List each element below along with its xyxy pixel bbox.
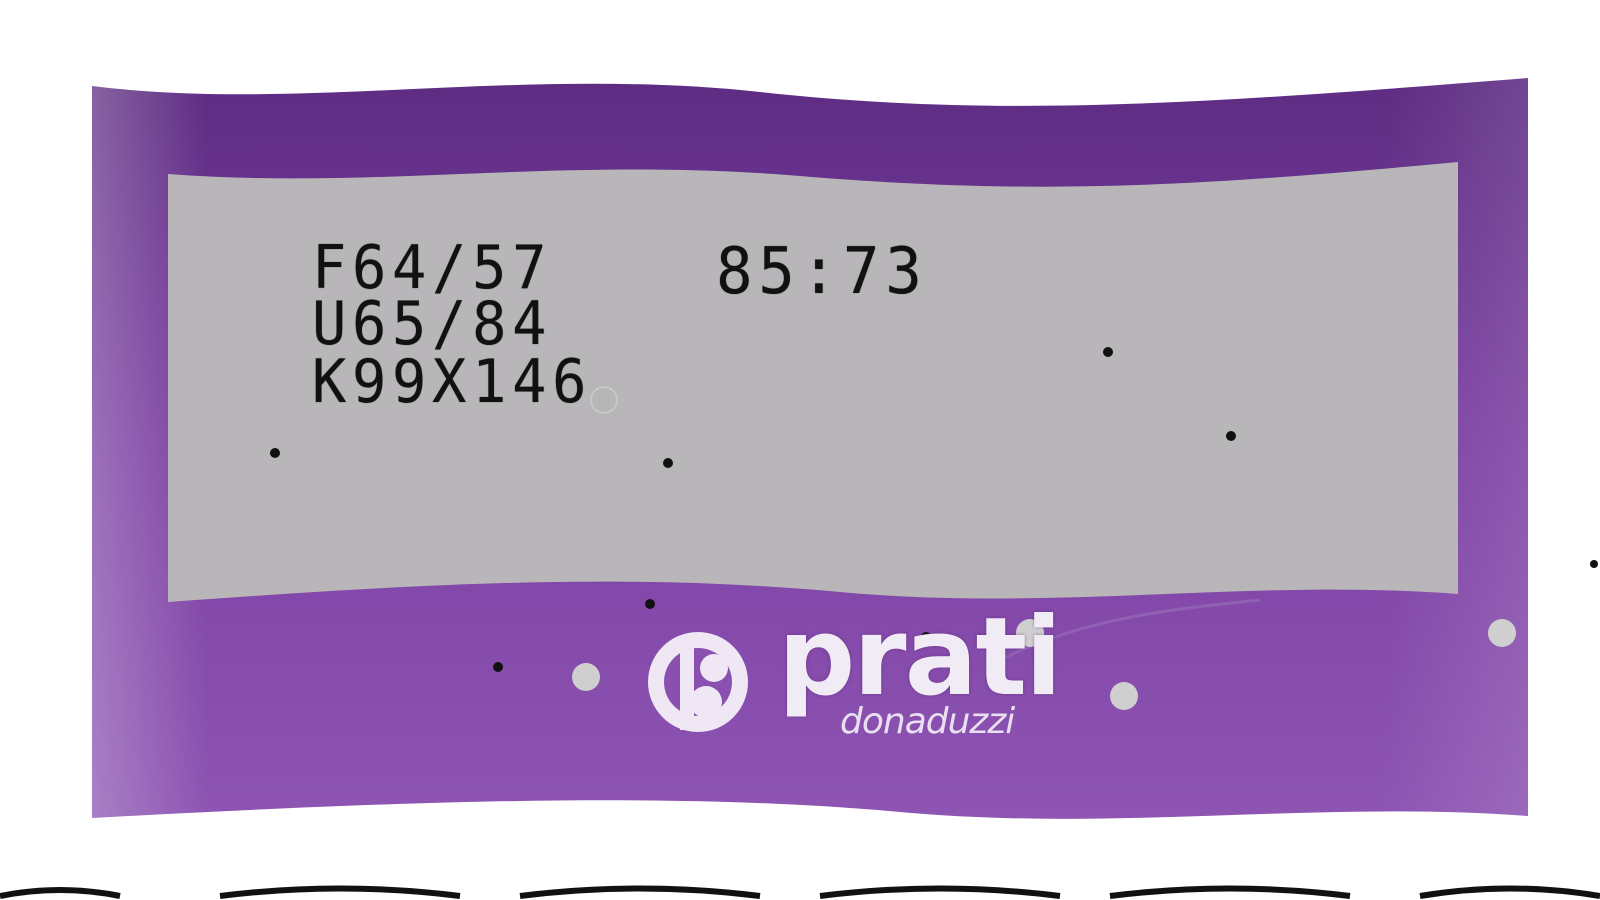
code-line-2: U65/84: [312, 289, 553, 359]
code-line-3: K99X146: [312, 347, 593, 417]
photo-scene: F64/57 U65/84 K99X146 85:73 prati donadu…: [0, 0, 1600, 900]
package-photo: [0, 78, 1600, 899]
brand-subname: donaduzzi: [840, 701, 1015, 742]
brand-name: prati: [778, 595, 1062, 720]
brand-logo-icon: [648, 632, 748, 732]
print-time: 85:73: [716, 235, 928, 309]
